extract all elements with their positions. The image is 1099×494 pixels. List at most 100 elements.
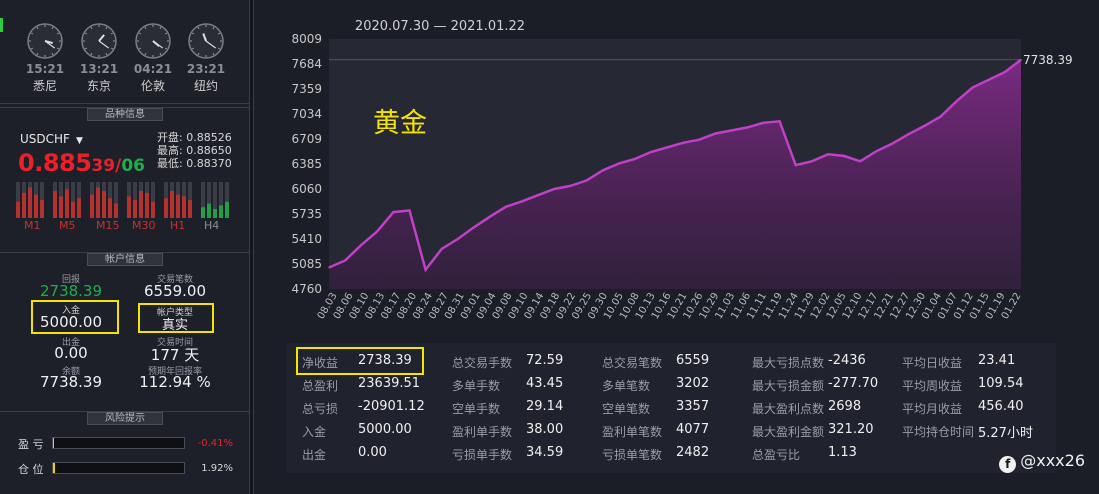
equity-point [585, 179, 588, 182]
equity-point [859, 160, 861, 163]
stat-value: -2436 [828, 353, 866, 368]
stat-value: 4077 [676, 422, 710, 437]
stat-label: 总亏损 [302, 402, 339, 416]
stat-value: 321.20 [828, 422, 874, 437]
stat-value: 3357 [676, 399, 710, 414]
position-bar [52, 462, 185, 474]
stat-value: -20901.12 [358, 399, 425, 414]
stat-value: 109.54 [978, 376, 1024, 391]
equity-point [891, 142, 894, 145]
equity-point [601, 169, 604, 172]
stat-value: 5000.00 [358, 422, 412, 437]
equity-point [553, 188, 556, 190]
stat-label: 出金 [302, 448, 327, 462]
stat-value: 34.59 [526, 445, 564, 460]
watermark: f @xxx26 [999, 451, 1085, 473]
equity-point [682, 142, 684, 144]
stat-label: 总交易笔数 [602, 356, 663, 370]
equity-point [666, 146, 668, 149]
pnl-bar-fill [53, 438, 55, 448]
stat-label: 多单笔数 [602, 379, 651, 393]
equity-point [778, 120, 781, 123]
y-tick-label: 6385 [291, 157, 322, 171]
stat-label: 最大亏损点数 [752, 356, 825, 370]
equity-point [617, 162, 620, 165]
equity-point [650, 151, 652, 153]
equity-point [473, 226, 475, 229]
pnl-label: 盈 亏 [18, 438, 44, 451]
stat-label: 盈利单笔数 [602, 425, 663, 439]
stat-value: 6559 [676, 353, 710, 368]
position-label: 仓 位 [18, 463, 44, 476]
stat-label: 空单笔数 [602, 402, 651, 416]
balance-value: 7738.39 [39, 373, 103, 391]
stat-value: 0.00 [358, 445, 387, 460]
stat-label: 总盈利 [302, 379, 339, 393]
equity-point [424, 269, 427, 271]
risk-section-title: 风险提示 [0, 411, 250, 425]
annual-return-value: 112.94 % [139, 373, 211, 391]
stat-label: 多单手数 [452, 379, 501, 393]
stat-label: 空单手数 [452, 402, 501, 416]
equity-chart: 8009 7684 7359 7034 6709 6385 6060 5735 5410 5085… [291, 32, 1073, 321]
stat-label: 净收益 [302, 356, 339, 370]
equity-point [634, 158, 636, 160]
equity-point [730, 129, 733, 132]
equity-point [923, 125, 926, 127]
equity-point [440, 248, 443, 250]
position-percent: 1.92% [201, 463, 233, 474]
stat-label: 亏损单笔数 [602, 448, 663, 462]
y-tick-label: 7684 [291, 57, 322, 71]
stat-value: 23639.51 [358, 376, 421, 391]
equity-point [971, 86, 974, 89]
equity-point [408, 209, 411, 212]
equity-point [521, 200, 523, 203]
equity-point [988, 78, 990, 81]
y-tick-label: 5085 [291, 257, 322, 271]
equity-point [907, 133, 910, 136]
stat-value: 2738.39 [358, 353, 412, 368]
stat-value: 456.40 [978, 399, 1024, 414]
duration-value: 177 天 [150, 346, 200, 364]
equity-point [762, 122, 765, 124]
equity-point [376, 230, 379, 233]
equity-point [955, 100, 958, 102]
stat-value: 72.59 [526, 353, 564, 368]
equity-point [456, 238, 459, 240]
stat-label: 平均月收益 [902, 402, 963, 416]
equity-point [328, 266, 330, 269]
last-value-label: 7738.39 [1023, 53, 1073, 67]
stat-value: 23.41 [978, 353, 1016, 368]
y-tick-label: 5735 [291, 207, 322, 221]
y-tick-label: 6709 [291, 132, 322, 146]
stat-label: 平均日收益 [902, 356, 963, 370]
equity-point [939, 115, 942, 118]
pnl-percent: -0.41% [197, 438, 233, 449]
stat-label: 平均持仓时间 [902, 425, 975, 439]
equity-point [1004, 71, 1006, 73]
pnl-bar [52, 437, 185, 449]
stat-value: 38.00 [526, 422, 564, 437]
stat-label: 最大盈利点数 [752, 402, 825, 416]
y-tick-label: 5410 [291, 232, 322, 246]
stat-label: 亏损单手数 [452, 448, 513, 462]
stat-label: 入金 [302, 425, 327, 439]
stat-value: 2698 [828, 399, 862, 414]
equity-point [505, 205, 507, 208]
stat-label: 总交易手数 [452, 356, 513, 370]
stat-value: -277.70 [828, 376, 879, 391]
watermark-logo-icon: f [999, 456, 1017, 473]
stat-label: 盈利单手数 [452, 425, 513, 439]
stat-label: 总盈亏比 [752, 448, 801, 462]
equity-point [794, 164, 797, 166]
stat-label: 最大盈利金额 [752, 425, 825, 439]
y-tick-label: 6060 [291, 182, 322, 196]
equity-point [344, 259, 346, 262]
stat-value: 43.45 [526, 376, 564, 391]
stat-value: 5.27小时 [978, 426, 1033, 441]
equity-point [537, 194, 539, 196]
equity-point [811, 160, 813, 163]
y-tick-label: 7034 [291, 107, 322, 121]
stats-panel: 净收益 2738.39 总盈利 23639.51 总亏损 -20901.12 入金 5000.… [286, 343, 1056, 473]
equity-point [392, 211, 395, 213]
